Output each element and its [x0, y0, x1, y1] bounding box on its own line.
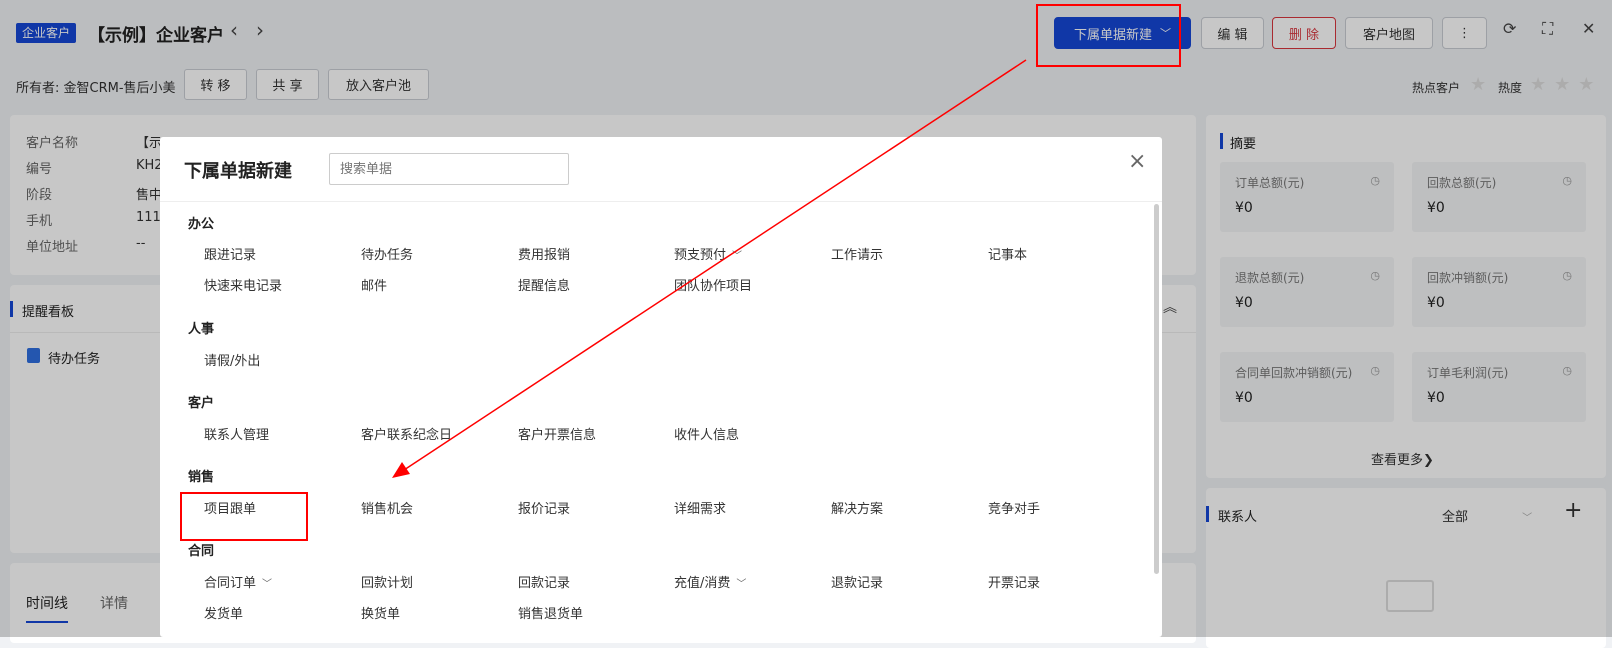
- annotation-layer: [180, 4, 1181, 541]
- annotation-arrow-line: [403, 59, 1027, 471]
- annotation-box-project-item: [180, 492, 308, 541]
- annotation-box-new-button: [1036, 4, 1181, 67]
- annotation-arrow-head: [392, 462, 410, 478]
